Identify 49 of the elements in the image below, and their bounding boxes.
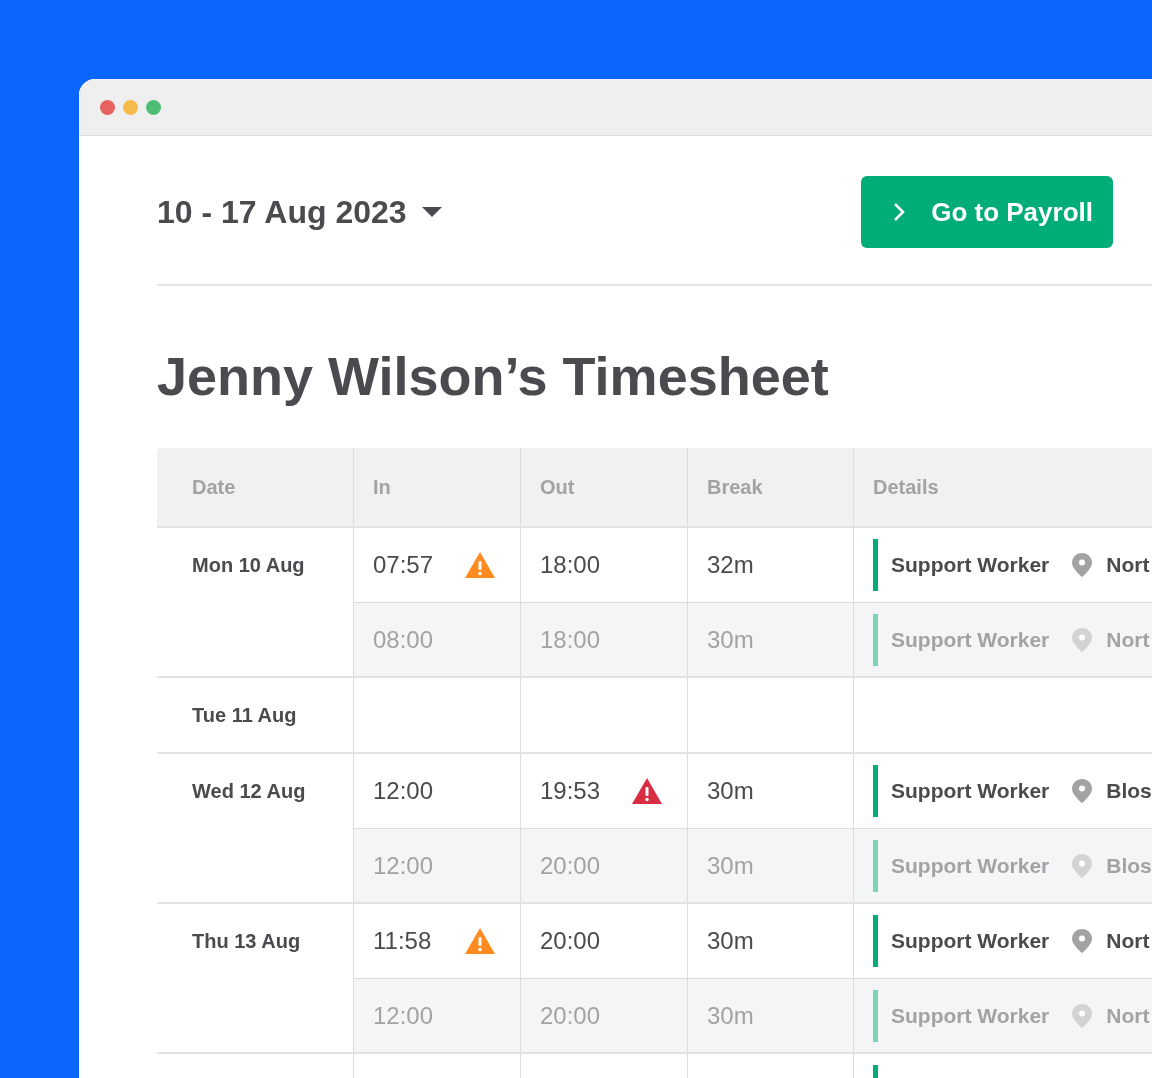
role-text: Support Worker bbox=[891, 552, 1050, 579]
time-text: 20:00 bbox=[540, 850, 601, 881]
time-text: 18:00 bbox=[540, 550, 601, 580]
date-text: Wed 12 Aug bbox=[192, 780, 306, 802]
time-text: 12:00 bbox=[373, 850, 434, 881]
column-header: In bbox=[373, 475, 391, 500]
location-pin-icon bbox=[1071, 626, 1094, 653]
role-text: Support Worker bbox=[891, 852, 1050, 879]
location-text: Nort bbox=[1106, 552, 1150, 579]
column-header: Date bbox=[192, 475, 236, 500]
time-text: 20:00 bbox=[540, 926, 601, 956]
date-range-dropdown[interactable]: 10 - 17 Aug 2023 bbox=[157, 188, 443, 236]
caret-icon bbox=[420, 206, 443, 218]
role-text: Support Worker bbox=[891, 778, 1050, 805]
role-text: Support Worker bbox=[891, 928, 1050, 955]
break-text: 30m bbox=[707, 850, 754, 881]
break-text: 30m bbox=[707, 926, 754, 956]
date-text: Thu 13 Aug bbox=[192, 930, 301, 952]
time-text: 12:00 bbox=[373, 776, 434, 806]
column-header: Break bbox=[707, 475, 763, 500]
break-text: 30m bbox=[707, 1000, 754, 1031]
location-pin-icon bbox=[1071, 1002, 1094, 1029]
location-text: Blos bbox=[1106, 852, 1152, 879]
time-text: 18:00 bbox=[540, 624, 601, 655]
location-pin-icon bbox=[1071, 778, 1094, 804]
column-header: Out bbox=[540, 475, 575, 500]
time-text: 08:00 bbox=[373, 624, 434, 655]
role-text: Support Worker bbox=[891, 626, 1050, 653]
location-pin-icon bbox=[1071, 852, 1094, 879]
chevron-right-icon bbox=[893, 202, 906, 222]
location-text: Nort bbox=[1106, 1002, 1150, 1029]
time-text: 11:58 bbox=[373, 926, 432, 956]
time-text: 07:57 bbox=[373, 550, 434, 580]
time-text: 19:53 bbox=[540, 776, 601, 806]
location-pin-icon bbox=[1071, 928, 1094, 954]
date-text: Mon 10 Aug bbox=[192, 554, 305, 576]
page-title: Jenny Wilson’s Timesheet bbox=[157, 345, 830, 408]
break-text: 32m bbox=[707, 550, 754, 580]
location-pin-icon bbox=[1071, 552, 1094, 578]
column-header: Details bbox=[873, 475, 939, 500]
time-text: 12:00 bbox=[373, 1000, 434, 1031]
break-text: 30m bbox=[707, 776, 754, 806]
break-text: 30m bbox=[707, 624, 754, 655]
location-text: Blos bbox=[1106, 778, 1152, 805]
location-text: Nort bbox=[1106, 626, 1150, 653]
role-text: Support Worker bbox=[891, 1002, 1050, 1029]
time-text: 20:00 bbox=[540, 1000, 601, 1031]
location-text: Nort bbox=[1106, 928, 1150, 955]
date-text: Tue 11 Aug bbox=[192, 704, 297, 726]
